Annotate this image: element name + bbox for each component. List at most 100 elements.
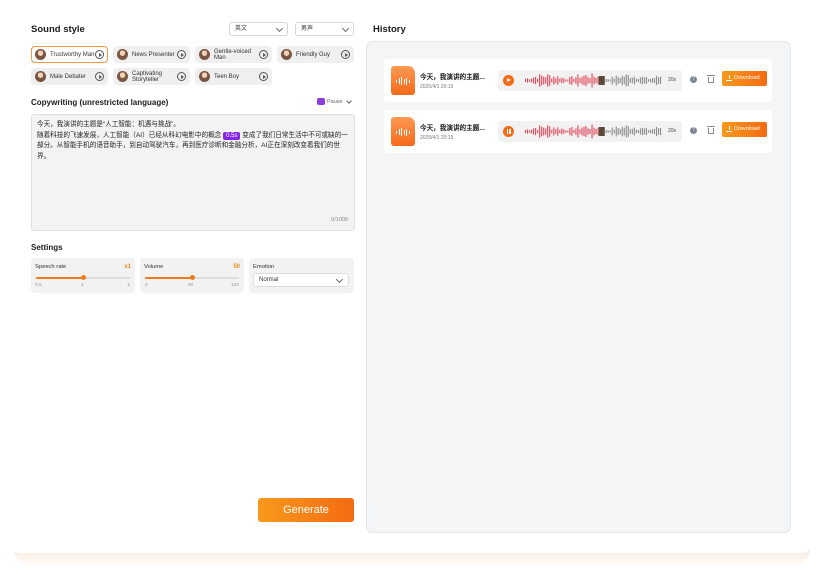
emotion-value: Normal (259, 277, 279, 283)
play-icon[interactable] (177, 72, 186, 81)
waveform-bar (571, 127, 573, 136)
download-icon (726, 75, 732, 81)
waveform-bar (533, 77, 535, 84)
help-icon[interactable]: ? (688, 124, 700, 138)
waveform-bar (597, 76, 599, 85)
audio-file-icon (391, 66, 415, 95)
play-icon[interactable] (95, 72, 104, 81)
waveform-bar (531, 78, 533, 83)
waveform-bar (631, 77, 633, 84)
waveform-bar (651, 129, 654, 134)
waveform-bar (577, 125, 579, 138)
copy-text-part1: 今天，我演讲的主题是“人工智能：机遇与挑战”。 随着科技的飞速发展，人工智能（A… (37, 121, 222, 139)
waveform-bar (639, 77, 641, 84)
waveform-bar (657, 77, 660, 84)
copywriting-textarea[interactable]: 今天，我演讲的主题是“人工智能：机遇与挑战”。 随着科技的飞速发展，人工智能（A… (31, 114, 355, 231)
waveform-bar (589, 78, 591, 83)
waveform-bar (545, 128, 547, 135)
waveform-bar (575, 77, 577, 84)
tick-label: 0.5 (35, 283, 42, 288)
waveform-bar (525, 78, 527, 83)
waveform-bar (539, 74, 541, 87)
download-button[interactable]: Download (722, 122, 767, 137)
chevron-down-icon (335, 275, 344, 284)
download-button[interactable]: Download (722, 71, 767, 86)
voice-male-debater[interactable]: Male Debater (31, 68, 108, 85)
waveform-bar (649, 129, 652, 134)
waveform-bar (559, 129, 561, 134)
voice-news-presenter[interactable]: News Presenter (113, 46, 190, 63)
play-icon[interactable] (95, 50, 104, 59)
waveform[interactable] (525, 72, 662, 89)
waveform-bar (551, 78, 553, 83)
voice-friendly-guy[interactable]: Friendly Guy (277, 46, 354, 63)
waveform-bar (619, 77, 621, 84)
speech-rate-thumb[interactable] (80, 275, 86, 280)
waveform-bar (617, 76, 619, 85)
chevron-down-icon (275, 24, 284, 33)
waveform-bar (643, 77, 645, 84)
play-icon[interactable] (503, 75, 514, 86)
pause-chip[interactable]: 0.5s (223, 131, 241, 140)
waveform-bar (647, 130, 650, 133)
playhead[interactable] (598, 76, 605, 85)
waveform-bar (629, 78, 631, 83)
waveform-bar (627, 126, 629, 137)
download-label: Download (734, 75, 760, 81)
waveform-bar (537, 129, 539, 134)
waveform-bar (627, 75, 629, 86)
voice-trustworthy-man[interactable]: Trustworthy Man (31, 46, 108, 63)
waveform-bar (569, 76, 571, 85)
waveform-bar (607, 79, 609, 82)
audio-file-icon (391, 117, 415, 146)
play-icon[interactable] (177, 50, 186, 59)
help-icon[interactable]: ? (688, 73, 700, 87)
waveform-bar (645, 77, 647, 84)
waveform-bar (593, 76, 595, 85)
language-select[interactable]: 英文 (229, 22, 288, 36)
waveform-bar (581, 127, 583, 136)
history-title: History (373, 24, 406, 35)
waveform-bar (635, 78, 637, 83)
waveform-bar (657, 128, 660, 135)
play-icon[interactable] (259, 50, 268, 59)
waveform-bar (555, 78, 557, 83)
waveform-bar (651, 78, 654, 83)
history-item: 今天，我演讲的主题... 2025/4/1 20:15 20s ? Downlo… (384, 59, 772, 102)
waveform-bar (547, 74, 549, 87)
waveform-bar (531, 129, 533, 134)
trash-icon[interactable] (705, 73, 717, 87)
waveform-bar (543, 127, 545, 136)
waveform-bar (611, 127, 613, 136)
waveform-bar (643, 128, 645, 135)
waveform-bar (609, 79, 611, 82)
avatar (281, 49, 292, 60)
waveform-bar (563, 78, 565, 83)
volume-thumb[interactable] (189, 275, 195, 280)
waveform-bar (611, 76, 613, 85)
waveform-bar (589, 129, 591, 134)
waveform-bar (653, 128, 656, 135)
play-icon[interactable] (259, 72, 268, 81)
waveform[interactable] (525, 123, 662, 140)
waveform-bar (571, 76, 573, 85)
voice-captivating-storyteller[interactable]: Captivating Storyteller (113, 68, 190, 85)
playhead[interactable] (598, 127, 605, 136)
trash-icon[interactable] (705, 124, 717, 138)
waveform-bar (621, 126, 623, 137)
waveform-bar (625, 74, 627, 87)
emotion-select[interactable]: Normal (253, 273, 349, 287)
pause-insert-button[interactable]: Pause (317, 97, 352, 105)
voice-label: Gentle-voiced Man (214, 48, 252, 61)
play-icon[interactable] (341, 50, 350, 59)
volume-slider[interactable] (145, 275, 239, 280)
generate-button[interactable]: Generate (258, 498, 354, 522)
pause-icon[interactable] (503, 126, 514, 137)
voice-gentle-voiced-man[interactable]: Gentle-voiced Man (195, 46, 272, 63)
speech-rate-slider[interactable] (36, 275, 130, 280)
char-counter: 0/1000 (331, 216, 348, 223)
voice-teen-boy[interactable]: Teen Boy (195, 68, 272, 85)
waveform-bar (549, 75, 551, 86)
gender-select[interactable]: 男声 (295, 22, 354, 36)
waveform-bar (625, 125, 627, 138)
